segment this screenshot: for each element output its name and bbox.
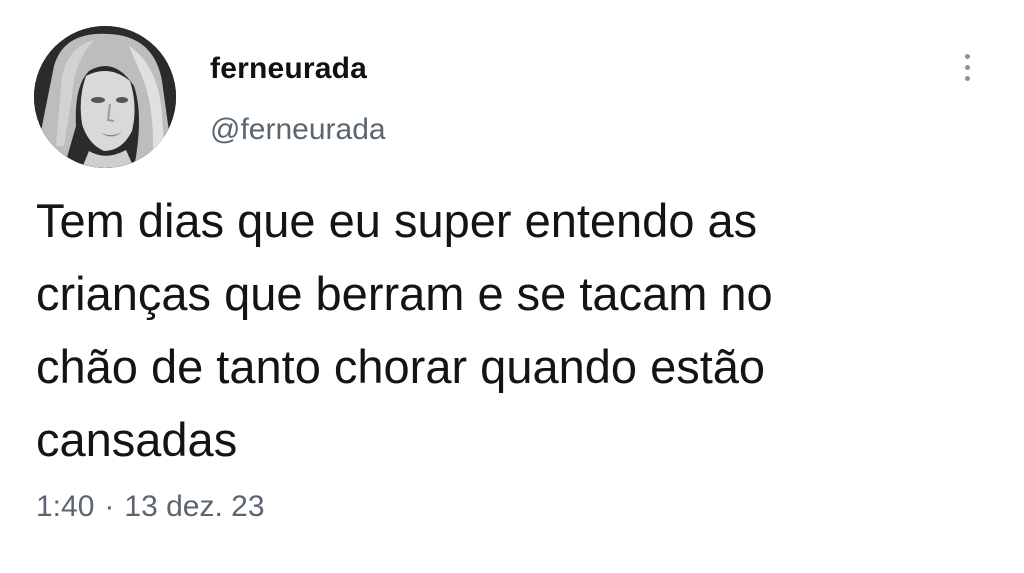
author-display-name[interactable]: ferneurada (210, 52, 367, 86)
more-vertical-icon (964, 53, 970, 59)
tweet-timestamp[interactable]: 1:40 · 13 dez. 23 (36, 490, 265, 524)
more-vertical-icon-dot (964, 64, 970, 70)
tweet-card: ferneurada @ferneurada Tem dias que eu s… (0, 0, 1024, 573)
timestamp-separator: · (104, 490, 115, 523)
more-options-button[interactable] (952, 44, 982, 90)
author-handle[interactable]: @ferneurada (210, 113, 386, 147)
tweet-time: 1:40 (36, 490, 95, 523)
profile-photo-icon (34, 26, 176, 168)
more-vertical-icon-dot (964, 75, 970, 81)
avatar[interactable] (34, 26, 176, 168)
tweet-text: Tem dias que eu super entendo as criança… (36, 194, 773, 466)
tweet-date: 13 dez. 23 (124, 490, 265, 523)
